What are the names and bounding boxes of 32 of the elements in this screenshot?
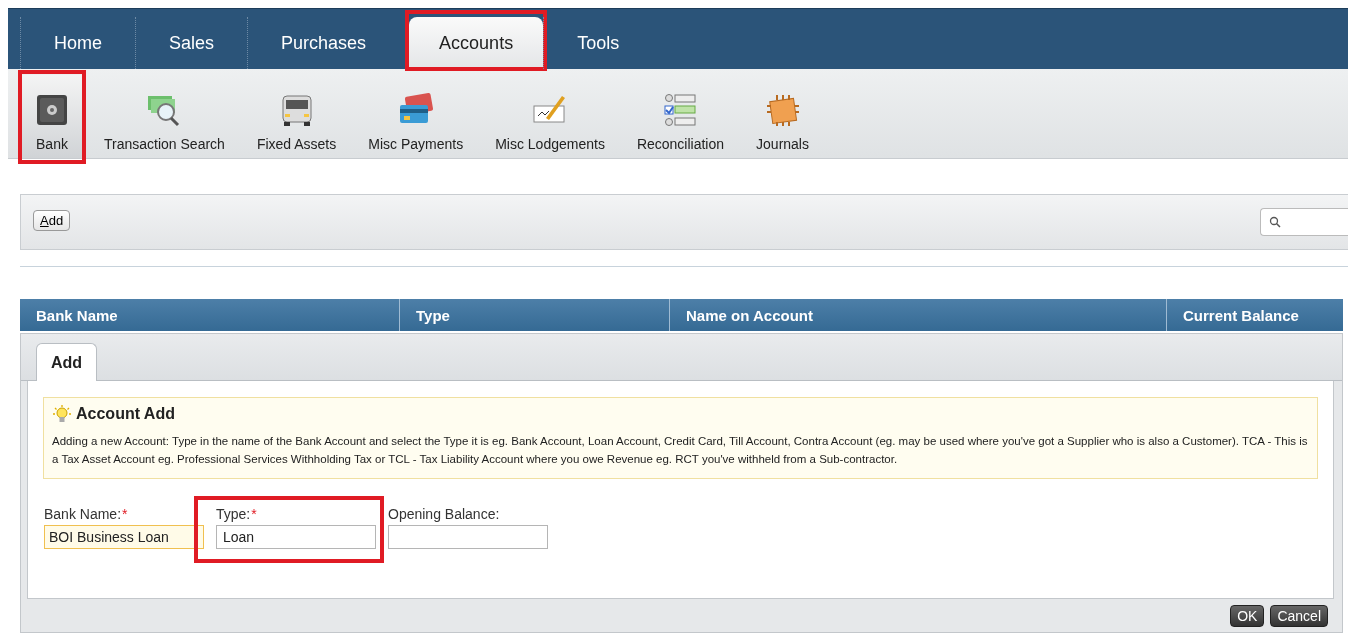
cancel-button[interactable]: Cancel <box>1270 604 1328 627</box>
search-icon <box>1269 216 1281 228</box>
toolbar-button[interactable]: Journals <box>742 69 823 158</box>
toolbar-button[interactable]: Fixed Assets <box>242 69 351 158</box>
toolbar-button[interactable]: Transaction Search <box>90 69 239 158</box>
column-header[interactable]: Bank Name <box>20 299 400 331</box>
lightbulb-icon <box>52 404 72 424</box>
toolbar-button[interactable]: Misc Payments <box>354 69 478 158</box>
field-label: Bank Name: <box>44 506 122 524</box>
input-field[interactable]: BOI Business Loan <box>44 525 204 549</box>
input-field[interactable] <box>388 525 548 549</box>
form-tab[interactable]: Add <box>36 343 98 381</box>
checklist-icon <box>662 92 699 128</box>
column-header[interactable]: Name on Account <box>670 299 1167 331</box>
nav-tab[interactable]: Accounts <box>409 17 544 69</box>
toolbar-button[interactable]: Reconciliation <box>622 69 739 158</box>
column-header[interactable]: Type <box>400 299 670 331</box>
chip-icon <box>764 92 801 128</box>
add-button[interactable]: Add <box>33 209 71 231</box>
required-mark: * <box>251 506 257 524</box>
toolbar-button[interactable]: Misc Lodgements <box>481 69 619 158</box>
field-label: Type: <box>216 506 251 524</box>
ok-button[interactable]: OK <box>1230 604 1265 627</box>
safe-icon <box>34 92 70 128</box>
column-header[interactable]: Current Balance <box>1167 299 1343 331</box>
hint-title: Account Add <box>76 405 175 423</box>
input-field[interactable]: Loan <box>216 525 376 549</box>
search-field[interactable] <box>1260 208 1348 236</box>
toolbar-button[interactable]: Bank <box>22 75 82 158</box>
hint-text: Adding a new Account: Type in the name of the Bank Account and select the Type it is eg. Bank Account, Loan Account, Credit Card, Till Account, Contra Account (eg. may be used where you've got a Supplier who is also a Customer). TCA - This is a Tax Asset Account eg. Professional Services Withholding Tax or TCL - Tax Liability Account where you owe Revenue eg. RCT you've withheld from a Sub-contractor. <box>52 434 1309 467</box>
field-label: Opening Balance: <box>388 506 500 524</box>
required-mark: * <box>122 506 128 524</box>
